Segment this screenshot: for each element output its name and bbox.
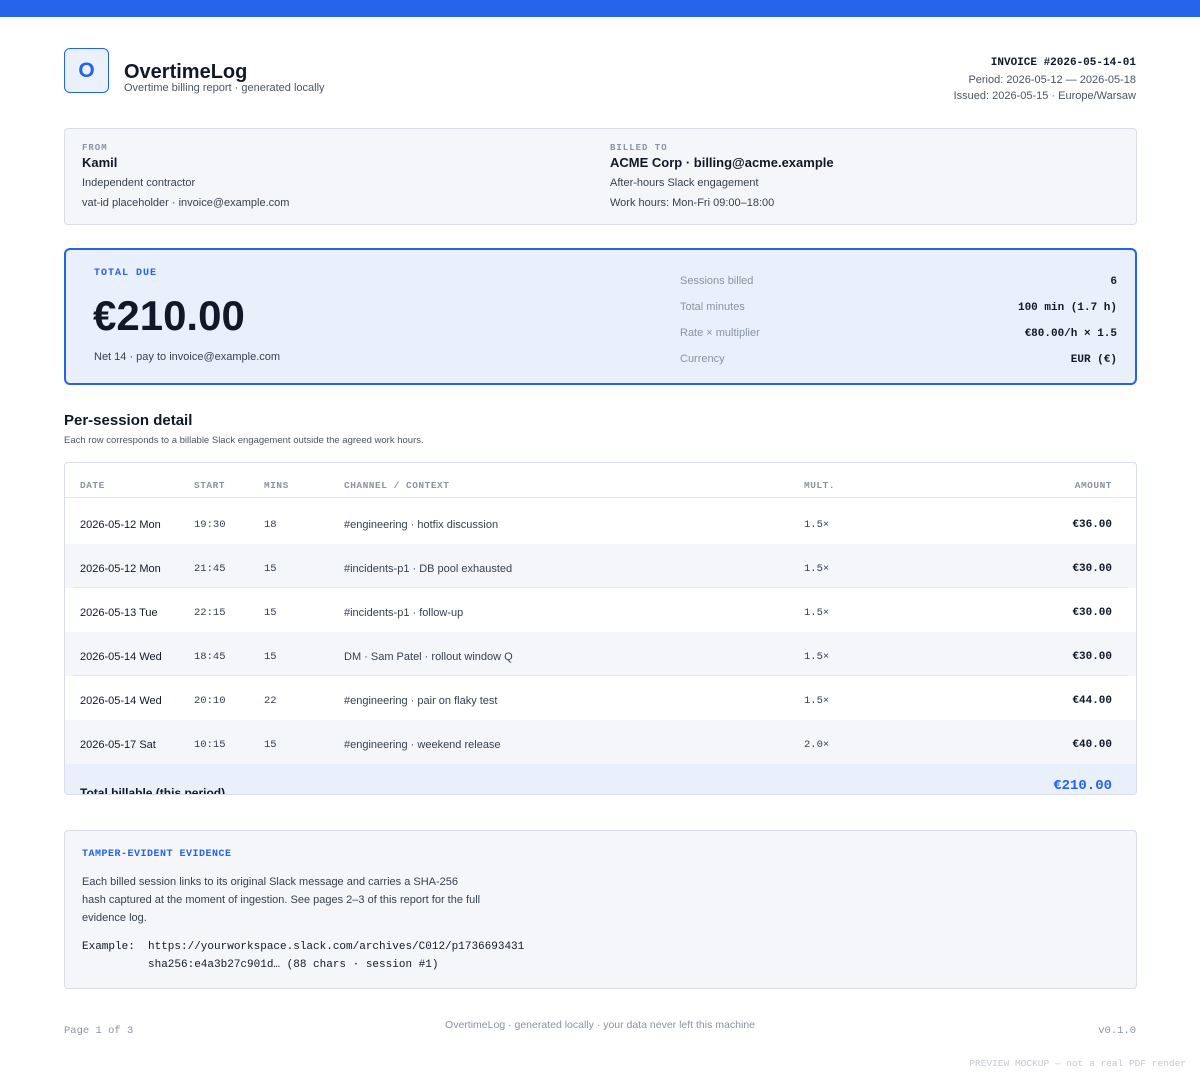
cell-date: 2026-05-12 Mon (80, 563, 161, 575)
total-due-label: TOTAL DUE (94, 268, 158, 279)
evidence-label: TAMPER-EVIDENT EVIDENCE (82, 849, 232, 860)
party-from-line1: Independent contractor (82, 177, 196, 189)
col-start: START (194, 480, 226, 491)
footer-note: OvertimeLog · generated locally · your d… (445, 1019, 755, 1031)
cell-mult: 1.5× (804, 695, 830, 707)
party-to-label: BILLED TO (610, 143, 668, 153)
col-date: DATE (80, 480, 105, 491)
total-due-amount: €210.00 (93, 292, 245, 339)
party-from-line2: vat-id placeholder · invoice@example.com (82, 197, 290, 209)
col-amount: AMOUNT (1074, 480, 1112, 491)
cell-mult: 2.0× (804, 739, 830, 751)
col-mins: MINS (264, 480, 289, 491)
brand-logo-letter: O (78, 58, 95, 82)
cell-amount: €44.00 (1072, 695, 1112, 707)
cell-start: 10:15 (194, 739, 226, 751)
stat-row: Rate × multiplier €80.00/h × 1.5 (680, 323, 1117, 349)
cell-start: 20:10 (194, 695, 226, 707)
payment-terms: Net 14 · pay to invoice@example.com (94, 351, 281, 363)
brand-subtitle: Overtime billing report · generated loca… (124, 82, 325, 94)
col-mult: MULT. (804, 480, 836, 491)
brand-logo: O (64, 48, 109, 93)
top-accent-bar (0, 0, 1200, 17)
evidence-example-label: Example: (82, 941, 135, 953)
evidence-text: Each billed session links to its origina… (82, 876, 481, 924)
stat-row: Currency EUR (€) (680, 349, 1117, 375)
invoice-period: Period: 2026-05-12 — 2026-05-18 (968, 74, 1136, 86)
table-row: 2026-05-12 Mon 21:45 15 #incidents-p1 · … (65, 544, 1136, 588)
cell-mins: 15 (264, 607, 277, 619)
total-stats: Sessions billed 6 Total minutes 100 min … (680, 271, 1117, 375)
evidence-card: TAMPER-EVIDENT EVIDENCE Each billed sess… (64, 830, 1137, 989)
cell-mult: 1.5× (804, 607, 830, 619)
party-to-line2: Work hours: Mon-Fri 09:00–18:00 (610, 197, 775, 209)
section-title: Per-session detail (64, 412, 193, 429)
cell-amount: €30.00 (1072, 651, 1112, 663)
cell-mult: 1.5× (804, 519, 830, 531)
cell-date: 2026-05-14 Wed (80, 651, 162, 663)
invoice-issued: Issued: 2026-05-15 · Europe/Warsaw (953, 90, 1136, 102)
parties-card: FROM Kamil Independent contractor vat-id… (64, 128, 1137, 225)
stat-row: Total minutes 100 min (1.7 h) (680, 297, 1117, 323)
stat-key: Currency (680, 353, 725, 365)
cell-context: #engineering · hotfix discussion (344, 519, 499, 531)
cell-mult: 1.5× (804, 651, 830, 663)
stat-value: €80.00/h × 1.5 (1024, 328, 1117, 340)
cell-context: #incidents-p1 · DB pool exhausted (344, 563, 513, 575)
stat-key: Rate × multiplier (680, 327, 760, 339)
mockup-note: PREVIEW MOCKUP — not a real PDF render (969, 1058, 1186, 1069)
total-billable-amount: €210.00 (1053, 778, 1112, 794)
table-row: 2026-05-13 Tue 22:15 15 #incidents-p1 · … (65, 588, 1136, 632)
party-from-name: Kamil (82, 155, 118, 170)
stat-value: 6 (1110, 276, 1117, 288)
stat-value: EUR (€) (1070, 354, 1117, 366)
party-to-line1: After-hours Slack engagement (610, 177, 759, 189)
cell-amount: €30.00 (1072, 563, 1112, 575)
cell-context: #engineering · weekend release (344, 739, 501, 751)
cell-amount: €36.00 (1072, 519, 1112, 531)
session-table: DATE START MINS CHANNEL / CONTEXT MULT. … (64, 462, 1137, 795)
table-row: 2026-05-14 Wed 20:10 22 #engineering · p… (65, 676, 1136, 720)
stat-value: 100 min (1.7 h) (1017, 302, 1117, 314)
cell-mins: 18 (264, 519, 277, 531)
cell-date: 2026-05-13 Tue (80, 607, 158, 619)
cell-mins: 15 (264, 739, 277, 751)
cell-start: 21:45 (194, 563, 226, 575)
total-due-card: TOTAL DUE €210.00 Net 14 · pay to invoic… (64, 248, 1137, 385)
table-header: DATE START MINS CHANNEL / CONTEXT MULT. … (65, 463, 1136, 498)
table-row: 2026-05-14 Wed 18:45 15 DM · Sam Patel ·… (65, 632, 1136, 676)
stat-key: Total minutes (680, 301, 745, 313)
evidence-example-hash: sha256:e4a3b27c901d… (88 chars · session… (148, 959, 439, 971)
cell-date: 2026-05-12 Mon (80, 519, 161, 531)
cell-amount: €40.00 (1072, 739, 1112, 751)
cell-date: 2026-05-17 Sat (80, 739, 156, 751)
cell-context: DM · Sam Patel · rollout window Q (344, 651, 513, 663)
cell-start: 18:45 (194, 651, 226, 663)
cell-date: 2026-05-14 Wed (80, 695, 162, 707)
stat-key: Sessions billed (680, 275, 754, 287)
cell-mins: 15 (264, 651, 277, 663)
table-footer: Total billable (this period) €210.00 (65, 764, 1136, 795)
cell-mult: 1.5× (804, 563, 830, 575)
version-label: v0.1.0 (1098, 1025, 1136, 1037)
stat-row: Sessions billed 6 (680, 271, 1117, 297)
cell-mins: 15 (264, 563, 277, 575)
cell-start: 22:15 (194, 607, 226, 619)
cell-mins: 22 (264, 695, 277, 707)
cell-start: 19:30 (194, 519, 226, 531)
cell-amount: €30.00 (1072, 607, 1112, 619)
table-row: 2026-05-12 Mon 19:30 18 #engineering · h… (65, 500, 1136, 544)
col-context: CHANNEL / CONTEXT (344, 480, 450, 491)
brand-name: OvertimeLog (124, 61, 248, 83)
cell-context: #engineering · pair on flaky test (344, 695, 498, 707)
table-row: 2026-05-17 Sat 10:15 15 #engineering · w… (65, 720, 1136, 764)
evidence-example-url: https://yourworkspace.slack.com/archives… (148, 941, 525, 953)
party-to-name: ACME Corp · billing@acme.example (610, 155, 834, 170)
total-billable-label: Total billable (this period) (80, 786, 226, 795)
cell-context: #incidents-p1 · follow-up (344, 607, 464, 619)
section-subtitle: Each row corresponds to a billable Slack… (64, 435, 424, 446)
invoice-number: INVOICE #2026-05-14-01 (990, 57, 1136, 69)
party-from-label: FROM (82, 143, 108, 153)
